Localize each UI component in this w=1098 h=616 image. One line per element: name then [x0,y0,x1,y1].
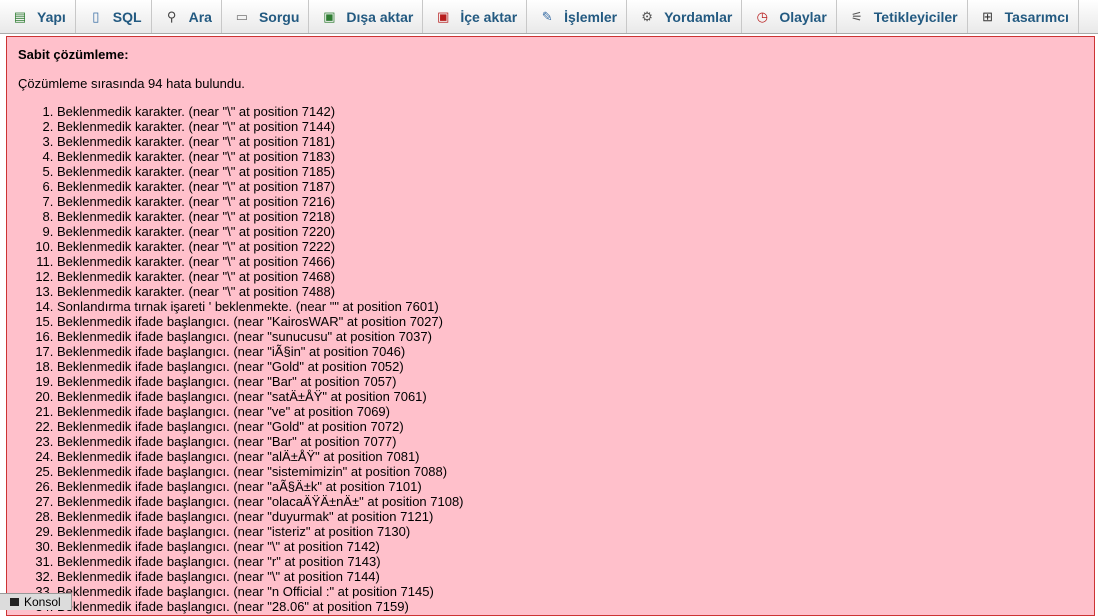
tab-bar: ▤ Yapı ▯ SQL ⚲ Ara ▭ Sorgu ▣ Dışa aktar … [0,0,1098,34]
error-item: Beklenmedik karakter. (near "\" at posit… [57,209,1083,224]
error-item: Beklenmedik karakter. (near "\" at posit… [57,194,1083,209]
query-icon: ▭ [235,8,249,24]
error-item: Beklenmedik karakter. (near "\" at posit… [57,179,1083,194]
tab-label: Olaylar [779,8,827,25]
error-item: Beklenmedik karakter. (near "\" at posit… [57,164,1083,179]
console-label: Konsol [24,595,61,609]
sql-icon: ▯ [92,8,100,24]
tab-label: Yordamlar [664,8,733,25]
error-item: Beklenmedik ifade başlangıcı. (near "Bar… [57,374,1083,389]
error-item: Beklenmedik ifade başlangıcı. (near "iÃ§… [57,344,1083,359]
tab-structure[interactable]: ▤ Yapı [0,0,76,33]
error-item: Sonlandırma tırnak işareti ' beklenmekte… [57,299,1083,314]
error-item: Beklenmedik ifade başlangıcı. (near "aÃ§… [57,479,1083,494]
error-item: Beklenmedik ifade başlangıcı. (near "sun… [57,329,1083,344]
error-item: Beklenmedik ifade başlangıcı. (near "alÄ… [57,449,1083,464]
structure-icon: ▤ [13,8,27,24]
error-item: Beklenmedik ifade başlangıcı. (near "n O… [57,584,1083,599]
error-item: Beklenmedik ifade başlangıcı. (near "ola… [57,494,1083,509]
tab-query[interactable]: ▭ Sorgu [222,0,310,33]
error-item: Beklenmedik karakter. (near "\" at posit… [57,269,1083,284]
tab-operations[interactable]: ✎ İşlemler [527,0,628,33]
tab-designer[interactable]: ⊞ Tasarımcı [968,0,1079,33]
tab-label: Sorgu [258,8,300,25]
clock-icon: ◷ [756,8,768,24]
error-item: Beklenmedik ifade başlangıcı. (near "Gol… [57,359,1083,374]
error-item: Beklenmedik ifade başlangıcı. (near "28.… [57,599,1083,614]
console-bar[interactable]: Konsol [0,593,72,610]
tab-triggers[interactable]: ⚟ Tetikleyiciler [837,0,968,33]
tab-search[interactable]: ⚲ Ara [152,0,222,33]
search-icon: ⚲ [166,8,177,24]
console-icon [10,598,19,606]
error-title: Sabit çözümleme: [18,47,129,62]
tab-label: İşlemler [564,8,618,25]
error-panel: Sabit çözümleme: Çözümleme sırasında 94 … [6,36,1095,616]
error-item: Beklenmedik ifade başlangıcı. (near "Kai… [57,314,1083,329]
tab-label: İçe aktar [460,8,518,25]
error-item: Beklenmedik ifade başlangıcı. (near "sat… [57,389,1083,404]
error-item: Beklenmedik karakter. (near "\" at posit… [57,239,1083,254]
tab-label: Tetikleyiciler [873,8,958,25]
error-item: Beklenmedik karakter. (near "\" at posit… [57,134,1083,149]
tab-label: Ara [188,8,212,25]
error-item: Beklenmedik ifade başlangıcı. (near "\" … [57,569,1083,584]
error-summary: Çözümleme sırasında 94 hata bulundu. [18,76,245,91]
import-icon: ▣ [437,8,450,24]
error-item: Beklenmedik karakter. (near "\" at posit… [57,119,1083,134]
error-list: Beklenmedik karakter. (near "\" at posit… [18,104,1083,614]
error-item: Beklenmedik karakter. (near "\" at posit… [57,104,1083,119]
tab-export[interactable]: ▣ Dışa aktar [309,0,424,33]
error-item: Beklenmedik ifade başlangıcı. (near "r" … [57,554,1083,569]
routines-icon: ⚙ [641,8,653,24]
triggers-icon: ⚟ [850,8,863,24]
error-item: Beklenmedik karakter. (near "\" at posit… [57,149,1083,164]
tab-label: Dışa aktar [346,8,414,25]
wrench-icon: ✎ [541,8,553,24]
export-icon: ▣ [323,8,336,24]
tab-sql[interactable]: ▯ SQL [76,0,152,33]
error-item: Beklenmedik karakter. (near "\" at posit… [57,254,1083,269]
error-item: Beklenmedik ifade başlangıcı. (near "sis… [57,464,1083,479]
designer-icon: ⊞ [982,8,994,24]
tab-label: Yapı [37,8,66,25]
error-item: Beklenmedik ifade başlangıcı. (near "ist… [57,524,1083,539]
error-item: Beklenmedik karakter. (near "\" at posit… [57,284,1083,299]
error-item: Beklenmedik ifade başlangıcı. (near "\" … [57,539,1083,554]
error-item: Beklenmedik ifade başlangıcı. (near "duy… [57,509,1083,524]
tab-events[interactable]: ◷ Olaylar [742,0,837,33]
tab-import[interactable]: ▣ İçe aktar [423,0,528,33]
error-item: Beklenmedik ifade başlangıcı. (near "Gol… [57,419,1083,434]
error-item: Beklenmedik ifade başlangıcı. (near "Bar… [57,434,1083,449]
tab-label: Tasarımcı [1004,8,1069,25]
tab-routines[interactable]: ⚙ Yordamlar [627,0,743,33]
tab-label: SQL [112,8,142,25]
error-item: Beklenmedik karakter. (near "\" at posit… [57,224,1083,239]
error-item: Beklenmedik ifade başlangıcı. (near "ve"… [57,404,1083,419]
